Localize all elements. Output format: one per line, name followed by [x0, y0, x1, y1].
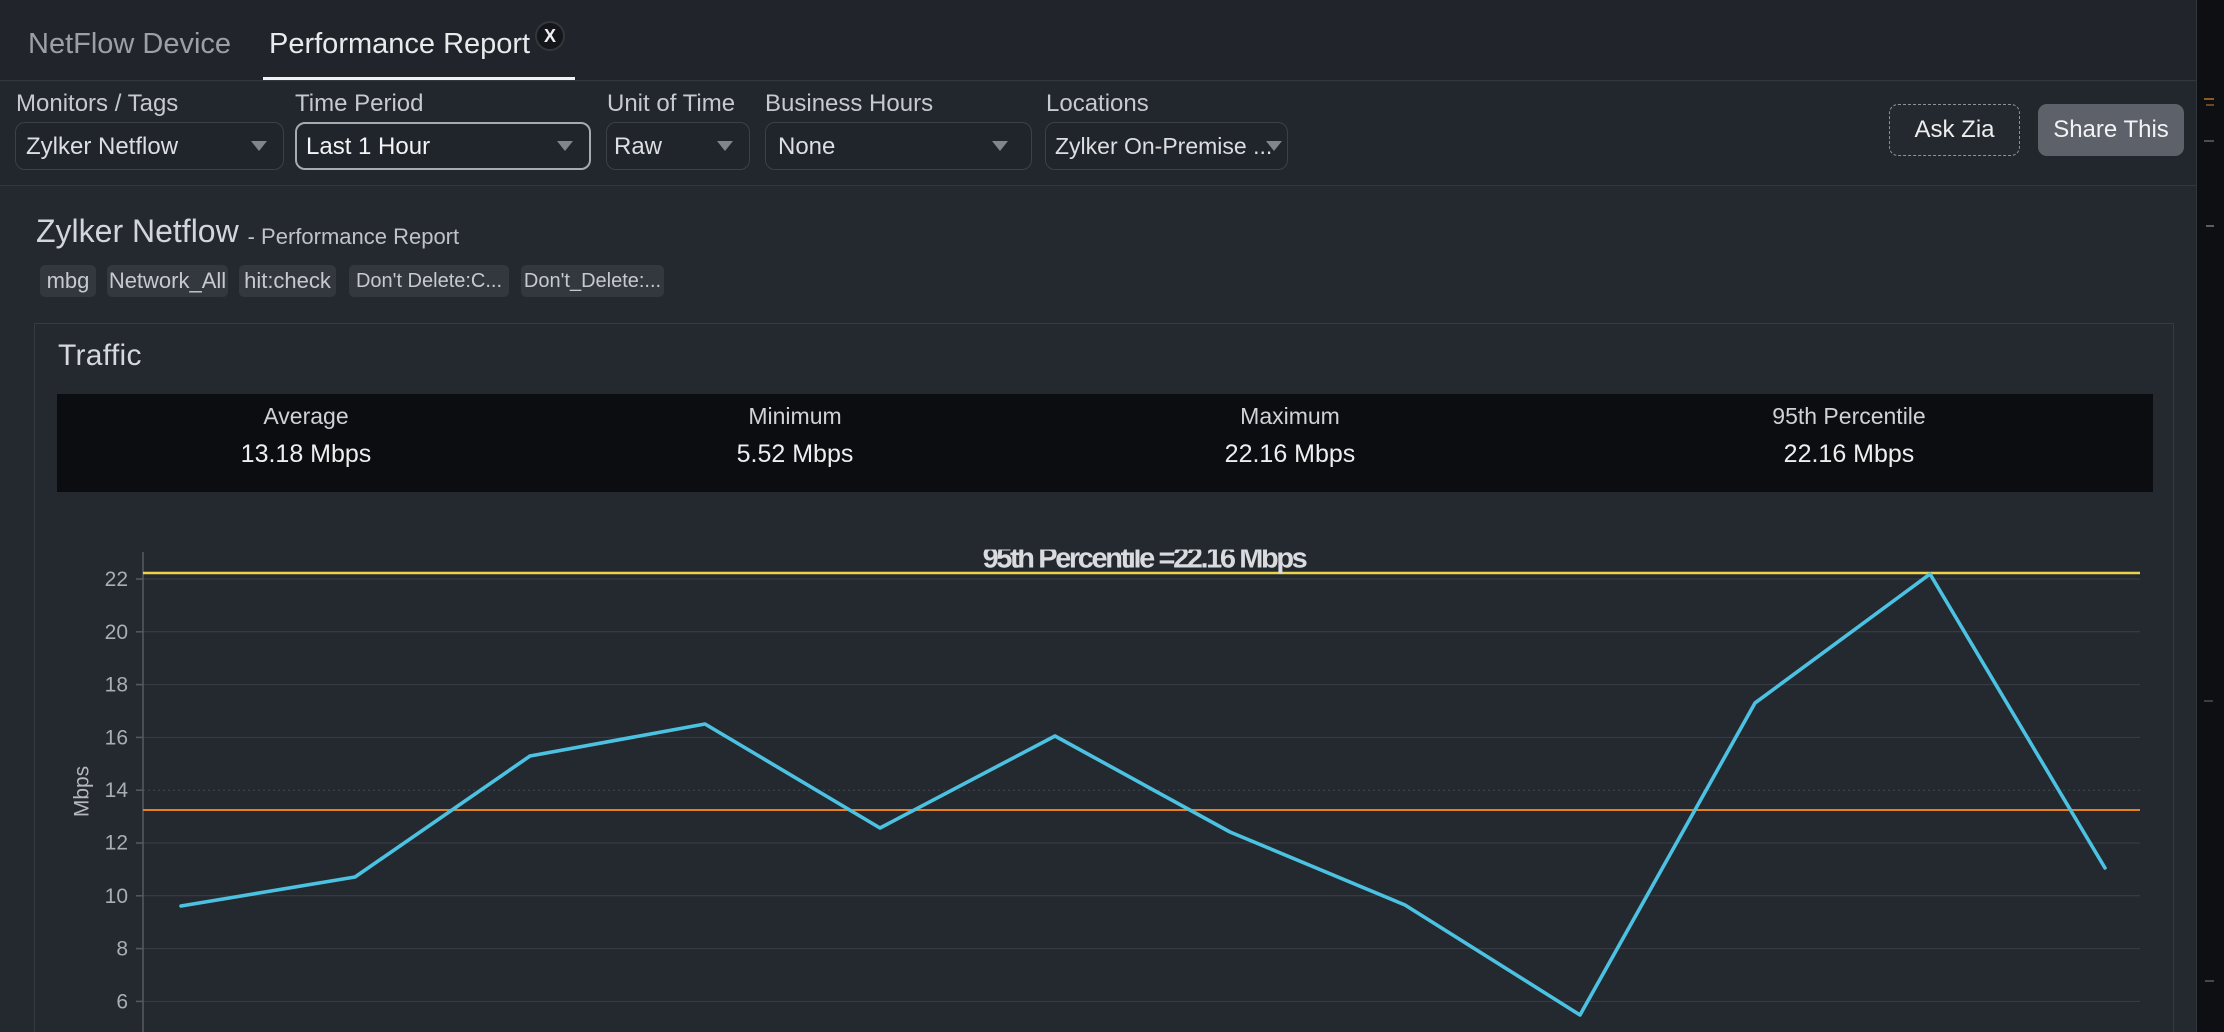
svg-text:95th Percentile =22.16 Mbps: 95th Percentile =22.16 Mbps — [983, 543, 1307, 575]
svg-text:20: 20 — [105, 621, 128, 644]
svg-text:16: 16 — [105, 726, 128, 749]
svg-text:10: 10 — [105, 885, 128, 908]
svg-text:Mbps: Mbps — [71, 766, 94, 817]
svg-text:18: 18 — [105, 674, 128, 697]
svg-text:14: 14 — [105, 779, 129, 802]
svg-text:8: 8 — [116, 938, 128, 961]
svg-text:22: 22 — [105, 568, 128, 591]
svg-text:6: 6 — [116, 990, 128, 1013]
svg-text:12: 12 — [105, 832, 128, 855]
